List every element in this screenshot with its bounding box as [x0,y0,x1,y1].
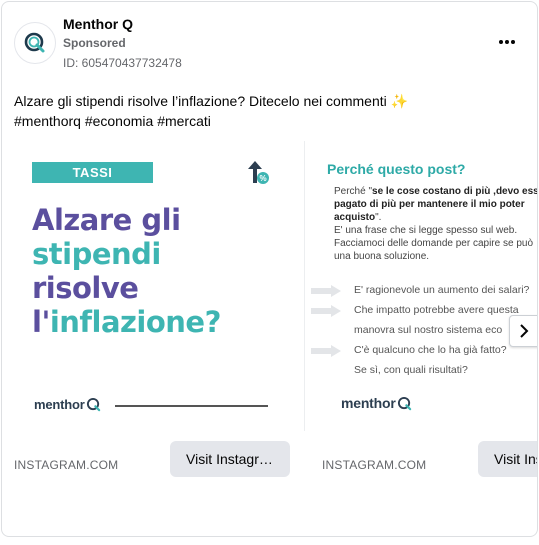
headline-line: risolve [32,271,139,305]
body-line: acquisto". [334,212,382,223]
card-title: Perché questo post? [327,161,466,177]
brand-logo-text: menthor [341,395,396,411]
advertiser-name[interactable]: Menthor Q [63,16,133,32]
menthorq-logo-icon [24,32,45,53]
brand-logo: menthor [34,397,101,412]
question-item: manovra sul nostro sistema eco [354,324,503,336]
more-options-icon[interactable] [495,34,519,50]
question-item: Che impatto potrebbe avere questa [311,302,537,322]
link-domain[interactable]: INSTAGRAM.COM [322,458,426,472]
svg-text:%: % [259,174,266,183]
headline-line: stipendi [32,237,161,271]
arrow-right-icon [311,285,341,297]
brand-logo-text: menthor [34,397,85,412]
arrow-right-icon [311,305,341,317]
visit-instagram-button[interactable]: Visit Ins [478,441,537,477]
question-item: C'è qualcuno che lo ha già fatto? [311,342,537,362]
carousel-card-2[interactable]: Perché questo post? Perché "se le cose c… [304,141,538,431]
caption-line-1: Alzare gli stipendi risolve l’inflazione… [14,93,409,109]
caption-hashtags[interactable]: #menthorq #economia #mercati [14,113,211,129]
chevron-right-icon [520,324,529,338]
question-item: Se sì, con quali risultati? [354,364,468,376]
question-item: E' ragionevole un aumento dei salari? [311,282,537,302]
advertiser-avatar[interactable] [14,22,56,64]
sponsored-label: Sponsored [63,36,126,50]
brand-q-icon [86,397,100,412]
ad-id: ID: 605470437732478 [63,56,182,70]
brand-q-icon [397,396,411,410]
ad-card: Menthor Q Sponsored ID: 605470437732478 … [1,1,538,537]
category-tag: TASSI [32,162,153,183]
link-domain[interactable]: INSTAGRAM.COM [14,458,118,472]
body-line: E' una frase che si legge spesso sul web… [334,225,518,236]
question-list: E' ragionevole un aumento dei salari? Ch… [311,282,537,382]
percent-up-icon: % [248,161,269,184]
headline-line-highlight: inflazione? [49,305,222,339]
headline-line-prefix: l' [32,305,50,339]
card-body: Perché "se le cose costano di più ,devo … [334,185,538,263]
card-headline: Alzare gli stipendi risolve l'inflazione… [32,203,221,339]
body-line: una buona soluzione. [334,251,430,262]
post-caption: Alzare gli stipendi risolve l’inflazione… [14,91,524,131]
body-line: Facciamoci delle domande per capire se p… [334,238,533,249]
carousel-next-button[interactable] [509,315,537,347]
headline-line: Alzare gli [32,203,181,237]
visit-instagram-button[interactable]: Visit Instagr… [170,441,290,477]
carousel-card-1[interactable]: TASSI % Alzare gli stipendi risolve l'in… [12,141,299,431]
arrow-right-icon [311,345,341,357]
brand-logo: menthor [341,395,412,411]
divider-line [115,405,268,407]
body-line: pagato di più per mantenere il mio poter [334,199,525,210]
body-line: Perché "se le cose costano di più ,devo … [334,186,538,197]
